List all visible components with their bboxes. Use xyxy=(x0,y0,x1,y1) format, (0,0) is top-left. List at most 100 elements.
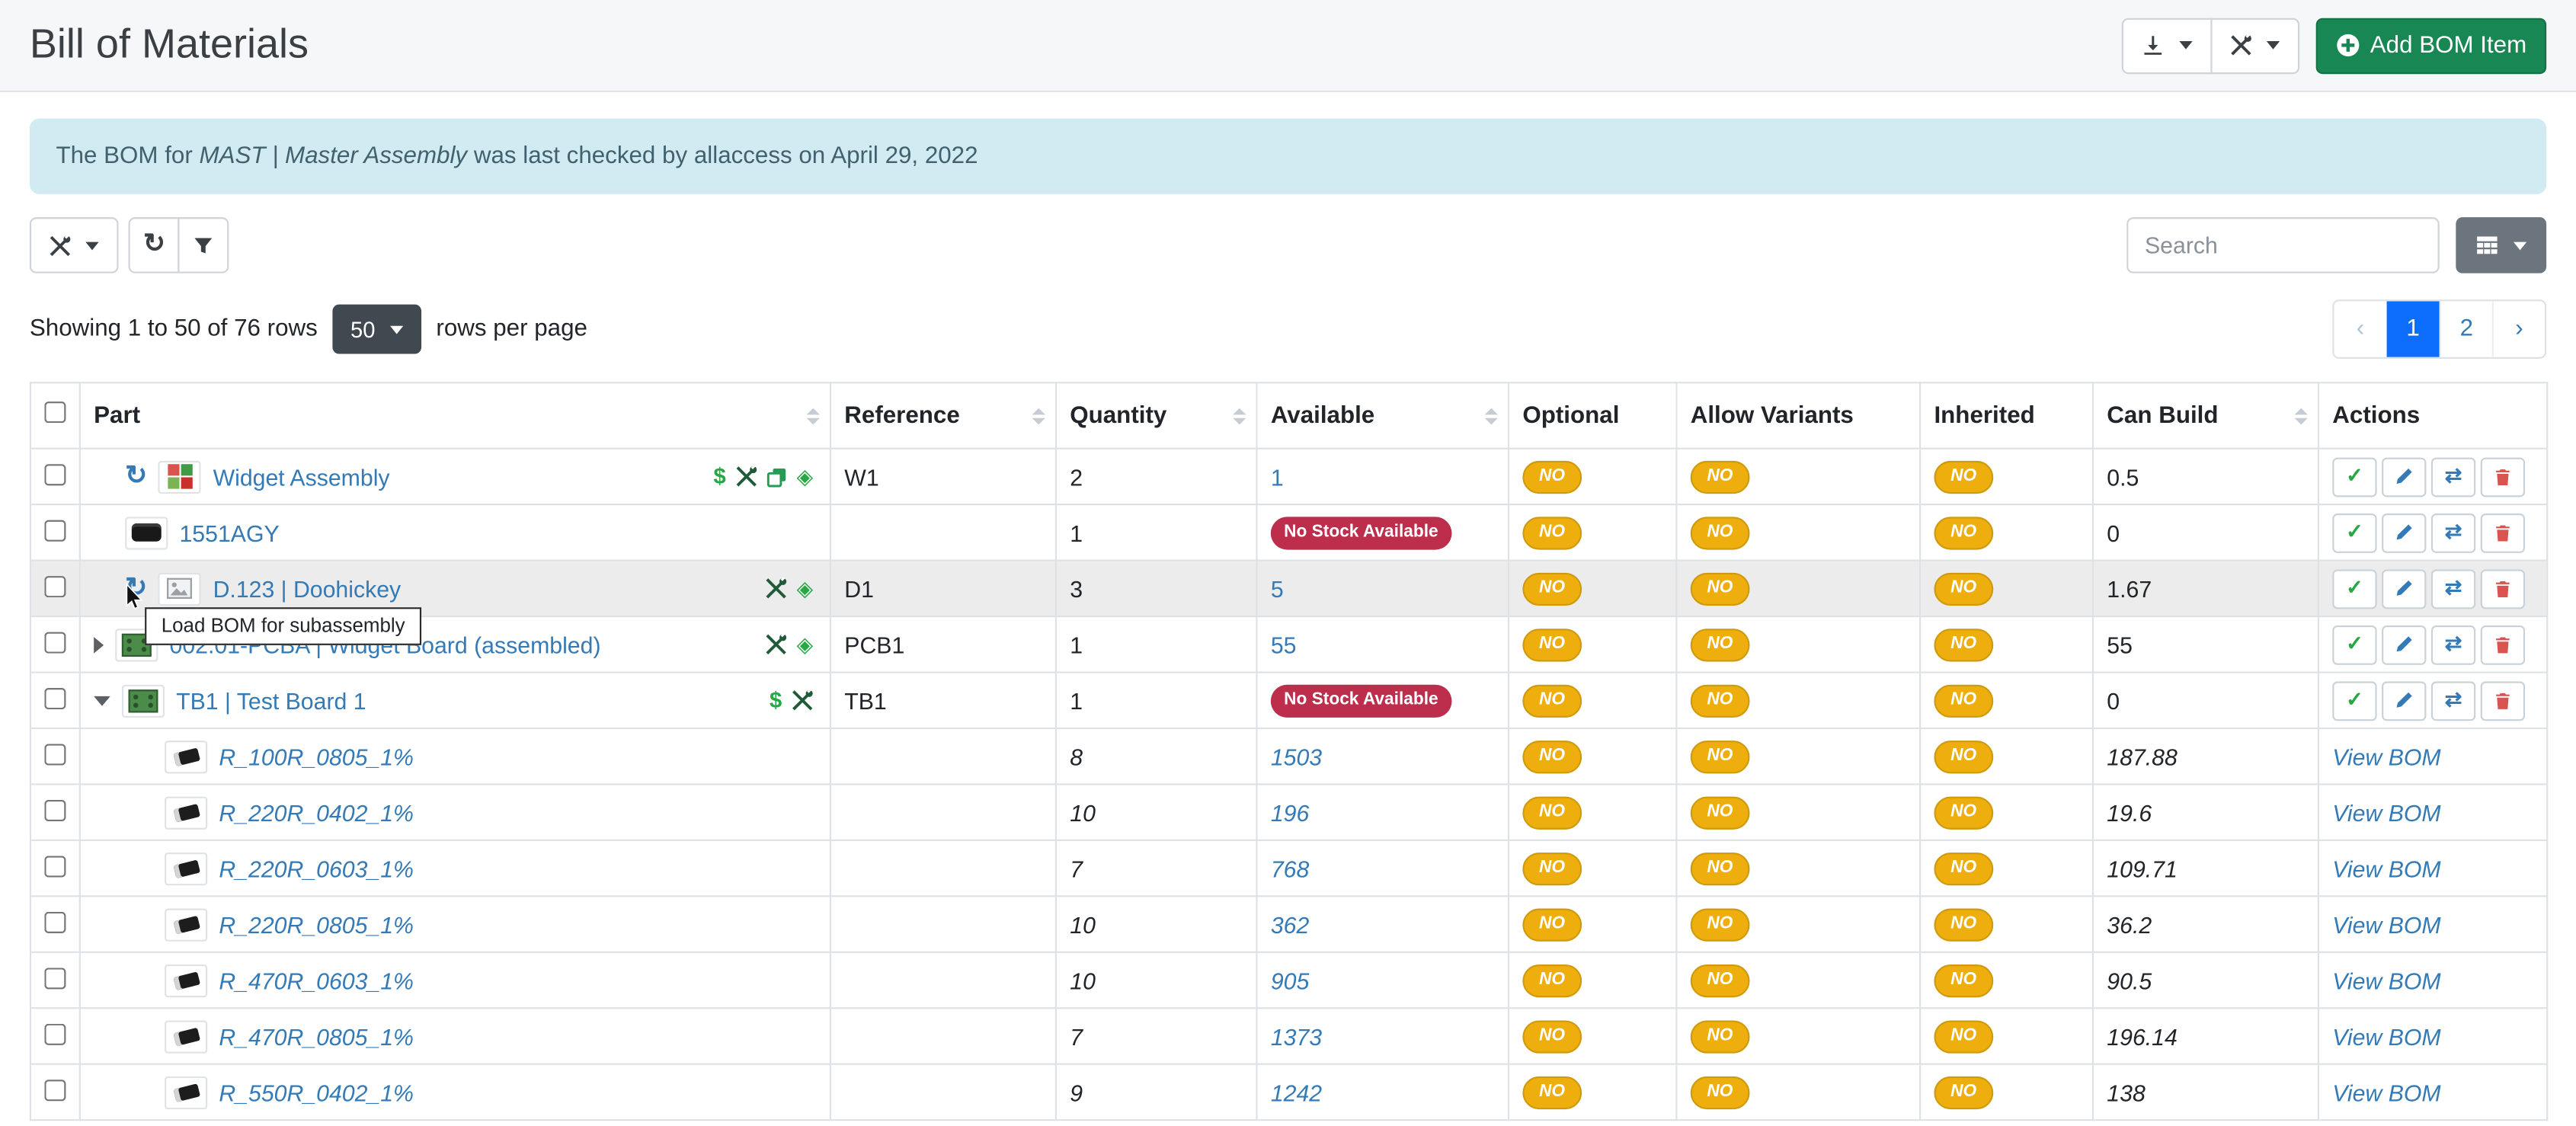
edit-bom-item-button[interactable] xyxy=(2382,457,2426,497)
delete-bom-item-button[interactable] xyxy=(2481,568,2525,608)
tools-icon xyxy=(2230,34,2251,56)
view-bom-link[interactable]: View BOM xyxy=(2332,799,2440,826)
delete-bom-item-button[interactable] xyxy=(2481,457,2525,497)
export-bom-button[interactable] xyxy=(2122,18,2213,73)
edit-bom-item-button[interactable] xyxy=(2382,568,2426,608)
substitutes-button[interactable]: ⇄ xyxy=(2431,513,2475,552)
available-link[interactable]: 768 xyxy=(1271,855,1309,881)
refresh-table-button[interactable]: ↻ xyxy=(129,217,181,273)
part-thumbnail[interactable] xyxy=(125,516,168,549)
row-checkbox[interactable] xyxy=(44,463,66,485)
column-header-available[interactable]: Available xyxy=(1256,382,1509,448)
view-bom-link[interactable]: View BOM xyxy=(2332,1023,2440,1050)
part-thumbnail[interactable] xyxy=(165,1076,207,1108)
column-header-reference[interactable]: Reference xyxy=(830,382,1056,448)
view-bom-link[interactable]: View BOM xyxy=(2332,743,2440,769)
validate-bom-item-button[interactable]: ✓ xyxy=(2332,457,2376,497)
part-thumbnail[interactable] xyxy=(165,796,207,829)
available-link[interactable]: 1373 xyxy=(1271,1023,1322,1050)
available-link[interactable]: 1242 xyxy=(1271,1079,1322,1105)
part-thumbnail[interactable] xyxy=(122,684,165,717)
row-checkbox[interactable] xyxy=(44,967,66,988)
column-header-quantity[interactable]: Quantity xyxy=(1056,382,1257,448)
column-header-part[interactable]: Part xyxy=(80,382,830,448)
previous-page-button[interactable]: ‹ xyxy=(2334,301,2386,357)
substitutes-button[interactable]: ⇄ xyxy=(2431,680,2475,720)
part-link[interactable]: R_220R_0603_1% xyxy=(219,855,414,881)
chevron-down-icon xyxy=(2514,241,2526,249)
available-link[interactable]: 1503 xyxy=(1271,743,1322,769)
part-link[interactable]: R_550R_0402_1% xyxy=(219,1079,414,1105)
part-link[interactable]: TB1 | Test Board 1 xyxy=(176,687,366,714)
part-link[interactable]: R_470R_0805_1% xyxy=(219,1023,414,1050)
part-link[interactable]: R_470R_0603_1% xyxy=(219,967,414,993)
actions-cell: ✓⇄ xyxy=(2318,449,2547,504)
transfer-icon: ⇄ xyxy=(2445,634,2462,654)
delete-bom-item-button[interactable] xyxy=(2481,513,2525,552)
page-button-1[interactable]: 1 xyxy=(2387,301,2440,357)
available-link[interactable]: 1 xyxy=(1271,463,1284,490)
substitutes-button[interactable]: ⇄ xyxy=(2431,457,2475,497)
substitutes-button[interactable]: ⇄ xyxy=(2431,625,2475,664)
row-checkbox[interactable] xyxy=(44,575,66,597)
view-bom-link[interactable]: View BOM xyxy=(2332,1079,2440,1105)
part-thumbnail[interactable] xyxy=(165,964,207,996)
part-thumbnail[interactable] xyxy=(165,740,207,773)
row-checkbox[interactable] xyxy=(44,799,66,821)
delete-bom-item-button[interactable] xyxy=(2481,625,2525,664)
search-input[interactable] xyxy=(2126,217,2439,273)
edit-bom-item-button[interactable] xyxy=(2382,625,2426,664)
next-page-button[interactable]: › xyxy=(2492,301,2545,357)
delete-bom-item-button[interactable] xyxy=(2481,680,2525,720)
part-link[interactable]: R_220R_0402_1% xyxy=(219,799,414,826)
row-checkbox[interactable] xyxy=(44,911,66,932)
column-header-can-build[interactable]: Can Build xyxy=(2093,382,2318,448)
available-link[interactable]: 55 xyxy=(1271,632,1297,658)
part-link[interactable]: R_220R_0805_1% xyxy=(219,911,414,938)
load-sub-bom-icon[interactable]: ↻ xyxy=(125,463,147,490)
part-link[interactable]: R_100R_0805_1% xyxy=(219,743,414,769)
filter-button[interactable] xyxy=(178,217,229,273)
part-link[interactable]: Widget Assembly xyxy=(213,463,390,490)
part-thumbnail[interactable] xyxy=(158,572,201,605)
part-link[interactable]: D.123 | Doohickey xyxy=(213,575,402,602)
row-checkbox[interactable] xyxy=(44,1023,66,1044)
inherited-cell: NO xyxy=(1920,896,2093,952)
page-size-button[interactable]: 50 xyxy=(332,305,421,354)
inherited-cell: NO xyxy=(1920,728,2093,784)
part-thumbnail[interactable] xyxy=(165,1019,207,1052)
available-link[interactable]: 5 xyxy=(1271,575,1284,602)
edit-bom-item-button[interactable] xyxy=(2382,513,2426,552)
row-checkbox[interactable] xyxy=(44,855,66,876)
row-checkbox[interactable] xyxy=(44,520,66,541)
available-link[interactable]: 362 xyxy=(1271,911,1309,938)
substitutes-button[interactable]: ⇄ xyxy=(2431,568,2475,608)
page-button-2[interactable]: 2 xyxy=(2440,301,2492,357)
available-link[interactable]: 196 xyxy=(1271,799,1309,826)
bom-options-button[interactable] xyxy=(30,217,119,273)
validate-bom-item-button[interactable]: ✓ xyxy=(2332,680,2376,720)
row-checkbox[interactable] xyxy=(44,687,66,709)
row-checkbox[interactable] xyxy=(44,632,66,653)
validate-bom-item-button[interactable]: ✓ xyxy=(2332,513,2376,552)
view-bom-link[interactable]: View BOM xyxy=(2332,967,2440,993)
row-checkbox[interactable] xyxy=(44,743,66,764)
part-link[interactable]: 1551AGY xyxy=(179,520,279,546)
add-bom-item-button[interactable]: Add BOM Item xyxy=(2315,18,2546,73)
row-checkbox[interactable] xyxy=(44,1079,66,1100)
bom-actions-button[interactable] xyxy=(2210,18,2299,73)
validate-bom-item-button[interactable]: ✓ xyxy=(2332,625,2376,664)
edit-bom-item-button[interactable] xyxy=(2382,680,2426,720)
collapse-caret-icon[interactable] xyxy=(94,696,110,705)
validate-bom-item-button[interactable]: ✓ xyxy=(2332,568,2376,608)
part-thumbnail[interactable] xyxy=(165,907,207,940)
columns-button[interactable] xyxy=(2456,217,2546,273)
column-header-inherited: Inherited xyxy=(1920,382,2093,448)
expand-caret-icon[interactable] xyxy=(94,636,104,653)
view-bom-link[interactable]: View BOM xyxy=(2332,855,2440,881)
available-link[interactable]: 905 xyxy=(1271,967,1309,993)
select-all-checkbox[interactable] xyxy=(44,401,66,423)
part-thumbnail[interactable] xyxy=(165,852,207,884)
view-bom-link[interactable]: View BOM xyxy=(2332,911,2440,938)
part-thumbnail[interactable] xyxy=(158,460,201,493)
